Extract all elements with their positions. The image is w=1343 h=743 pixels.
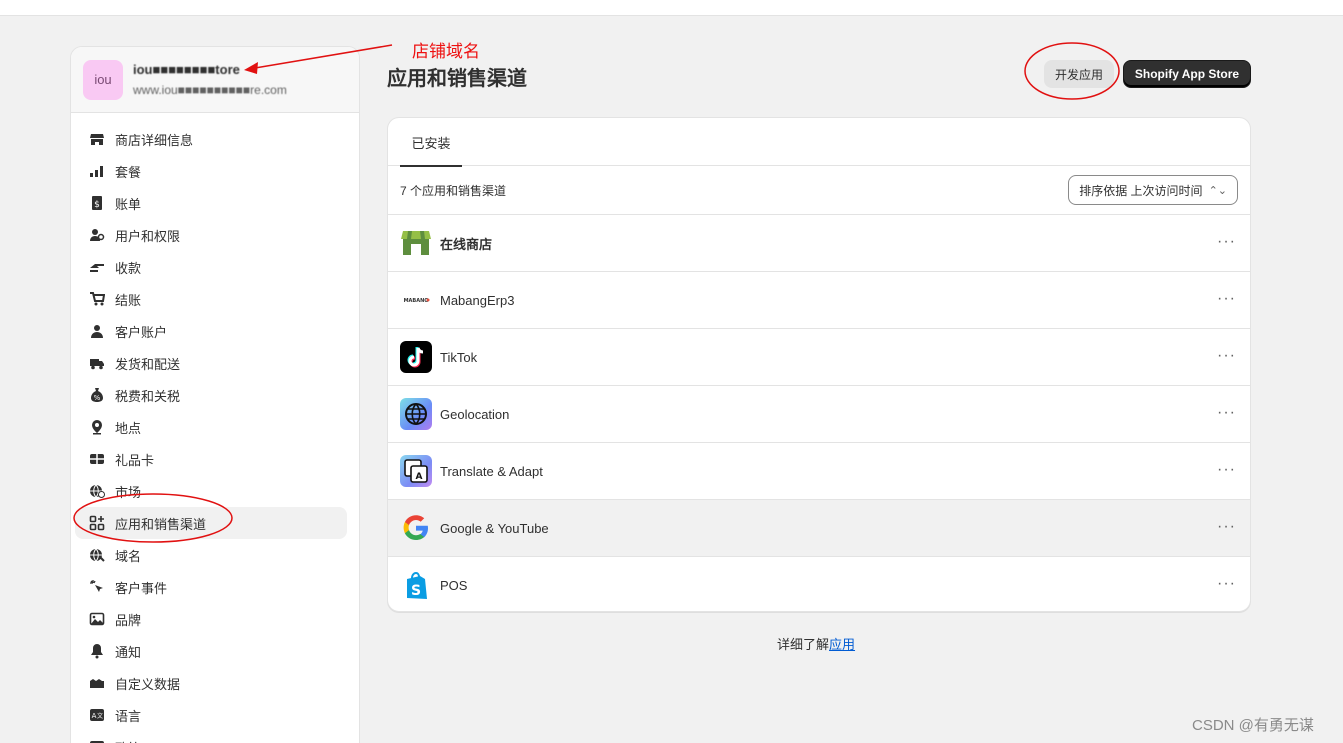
sidebar-item-store-details[interactable]: 商店详细信息: [75, 123, 347, 155]
sidebar-item-notifications[interactable]: 通知: [75, 635, 347, 667]
shopify-app-store-button[interactable]: Shopify App Store: [1123, 60, 1251, 88]
sidebar-item-domains[interactable]: 域名: [75, 539, 347, 571]
top-bar: [0, 0, 1343, 16]
user-permissions-icon: [89, 227, 105, 243]
tab-installed[interactable]: 已安装: [400, 118, 462, 167]
annotation-label: 店铺域名: [412, 42, 480, 62]
more-actions-icon[interactable]: ···: [1217, 405, 1236, 421]
settings-nav: 商店详细信息 套餐 $ 账单 用户和权限 收款 结账 客户账户 发货和配送 % …: [71, 113, 359, 743]
online-store-icon: [400, 227, 432, 259]
sidebar-item-customer-accounts[interactable]: 客户账户: [75, 315, 347, 347]
app-row-google-youtube[interactable]: Google & YouTube ···: [388, 500, 1250, 557]
svg-text:$: $: [94, 200, 100, 210]
svg-text:S: S: [411, 583, 421, 599]
app-row-mabangerp3[interactable]: MABANG MabangErp3 ···: [388, 272, 1250, 329]
apps-card: 已安装 7 个应用和销售渠道 排序依据 上次访问时间 ⌃⌄ 在线商店 ··· M…: [387, 117, 1251, 612]
develop-apps-button[interactable]: 开发应用: [1044, 60, 1114, 88]
sidebar-item-apps[interactable]: 应用和销售渠道: [75, 507, 347, 539]
more-actions-icon[interactable]: ···: [1217, 519, 1236, 535]
store-domain: www.iou■■■■■■■■■■re.com: [133, 83, 287, 97]
billing-icon: $: [89, 195, 105, 211]
svg-text:A: A: [92, 712, 97, 720]
settings-sidebar: iou iou■■■■■■■■tore www.iou■■■■■■■■■■re.…: [70, 46, 360, 743]
more-actions-icon[interactable]: ···: [1217, 462, 1236, 478]
sidebar-item-brand[interactable]: 品牌: [75, 603, 347, 635]
store-name: iou■■■■■■■■tore: [133, 62, 240, 77]
app-name: POS: [440, 578, 468, 593]
learn-more-link[interactable]: 应用: [829, 637, 855, 652]
app-row-tiktok[interactable]: TikTok ···: [388, 329, 1250, 386]
apps-toolbar: 7 个应用和销售渠道 排序依据 上次访问时间 ⌃⌄: [388, 166, 1250, 215]
cursor-icon: [89, 579, 105, 595]
globe-dollar-icon: [89, 483, 105, 499]
svg-text:%: %: [94, 394, 101, 402]
app-row-pos[interactable]: S POS ···: [388, 557, 1250, 611]
brand-icon: [89, 611, 105, 627]
language-icon: A文: [89, 707, 105, 723]
sort-chevron-icon: ⌃⌄: [1208, 184, 1227, 197]
svg-text:MABANG: MABANG: [404, 298, 429, 304]
more-actions-icon[interactable]: ···: [1217, 234, 1236, 250]
svg-text:A: A: [416, 472, 423, 482]
app-row-geolocation[interactable]: Geolocation ···: [388, 386, 1250, 443]
sidebar-item-checkout[interactable]: 结账: [75, 283, 347, 315]
sidebar-item-billing[interactable]: $ 账单: [75, 187, 347, 219]
app-name: Geolocation: [440, 406, 510, 422]
truck-icon: [89, 355, 105, 371]
sidebar-item-shipping[interactable]: 发货和配送: [75, 347, 347, 379]
geolocation-globe-icon: [400, 398, 432, 430]
sidebar-item-plan[interactable]: 套餐: [75, 155, 347, 187]
app-name: Google & YouTube: [440, 520, 549, 536]
tiktok-icon: [400, 341, 432, 373]
sort-label: 排序依据 上次访问时间: [1079, 183, 1203, 198]
policy-icon: [89, 739, 105, 743]
tab-bar: 已安装: [388, 118, 1250, 167]
apps-icon: [89, 515, 105, 531]
sidebar-item-taxes[interactable]: % 税费和关税: [75, 379, 347, 411]
store-avatar: iou: [83, 59, 123, 100]
gift-card-icon: [89, 451, 105, 467]
app-name: MabangErp3: [440, 292, 515, 308]
sidebar-item-custom-data[interactable]: 自定义数据: [75, 667, 347, 699]
person-icon: [89, 323, 105, 339]
more-actions-icon[interactable]: ···: [1217, 348, 1236, 364]
app-name: 在线商店: [440, 236, 493, 252]
plan-icon: [89, 163, 105, 179]
store-icon: [89, 131, 105, 147]
app-name: Translate & Adapt: [440, 463, 543, 479]
cart-icon: [89, 291, 105, 307]
tax-icon: %: [89, 387, 105, 403]
sidebar-item-users[interactable]: 用户和权限: [75, 219, 347, 251]
mabang-logo-icon: MABANG: [400, 284, 432, 316]
sort-select[interactable]: 排序依据 上次访问时间 ⌃⌄: [1068, 175, 1238, 205]
app-row-translate-adapt[interactable]: A Translate & Adapt ···: [388, 443, 1250, 500]
shopify-bag-icon: S: [400, 570, 432, 602]
bell-icon: [89, 643, 105, 659]
sidebar-item-gift-cards[interactable]: 礼品卡: [75, 443, 347, 475]
learn-more-text: 详细了解应用: [777, 637, 856, 652]
sidebar-item-languages[interactable]: A文 语言: [75, 699, 347, 731]
app-name: TikTok: [440, 349, 478, 365]
app-row-online-store[interactable]: 在线商店 ···: [388, 215, 1250, 272]
payments-icon: [89, 259, 105, 275]
apps-count: 7 个应用和销售渠道: [400, 183, 507, 198]
database-icon: [89, 675, 105, 691]
location-icon: [89, 419, 105, 435]
sidebar-item-payments[interactable]: 收款: [75, 251, 347, 283]
sidebar-item-policies[interactable]: 政策: [75, 731, 347, 743]
google-icon: [400, 512, 432, 544]
globe-icon: [89, 547, 105, 563]
svg-text:文: 文: [97, 712, 103, 720]
page-title: 应用和销售渠道: [387, 68, 527, 90]
sidebar-item-locations[interactable]: 地点: [75, 411, 347, 443]
more-actions-icon[interactable]: ···: [1217, 576, 1236, 592]
translate-icon: A: [400, 455, 432, 487]
sidebar-item-markets[interactable]: 市场: [75, 475, 347, 507]
sidebar-item-customer-events[interactable]: 客户事件: [75, 571, 347, 603]
more-actions-icon[interactable]: ···: [1217, 291, 1236, 307]
watermark: CSDN @有勇无谋: [1192, 717, 1314, 734]
store-header[interactable]: iou iou■■■■■■■■tore www.iou■■■■■■■■■■re.…: [71, 47, 359, 113]
